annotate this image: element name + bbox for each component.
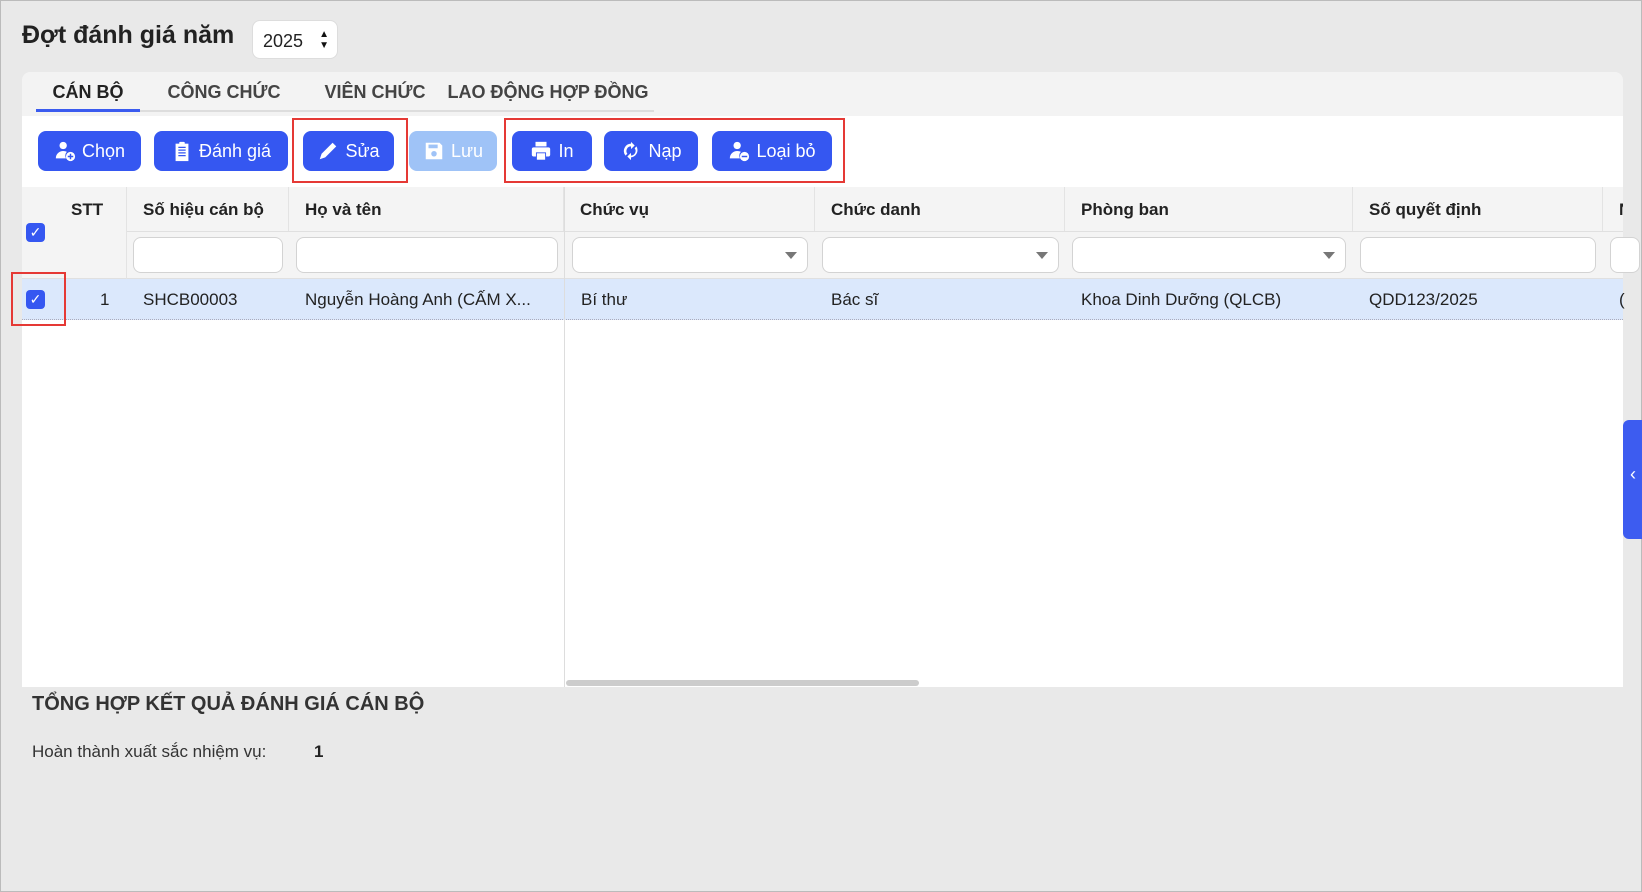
page-title: Đợt đánh giá năm	[22, 21, 235, 49]
year-value: 2025	[263, 31, 304, 51]
save-icon	[425, 142, 443, 160]
luu-button[interactable]: Lưu	[409, 131, 497, 171]
danh-gia-label: Đánh giá	[198, 140, 272, 161]
cell-stt: 1	[100, 290, 110, 309]
col-next[interactable]: N	[1603, 187, 1623, 231]
dropdown-arrow-icon	[1323, 252, 1335, 259]
filter-ho-ten[interactable]	[296, 237, 558, 273]
highlight-box-actions	[504, 118, 845, 183]
chon-button[interactable]: Chọn	[38, 131, 141, 171]
col-so-quyet-dinh[interactable]: Số quyết định	[1353, 187, 1603, 231]
highlight-box-sua	[292, 118, 408, 183]
horizontal-scrollbar[interactable]	[566, 680, 919, 686]
cell-ho-ten: Nguyễn Hoàng Anh (CẤM X...	[305, 290, 531, 309]
select-all-checkbox[interactable]: ✓	[26, 223, 45, 242]
filter-so-hieu[interactable]	[133, 237, 283, 273]
col-chuc-vu[interactable]: Chức vụ	[564, 187, 815, 231]
cell-so-hieu: SHCB00003	[143, 290, 238, 309]
dropdown-arrow-icon	[1036, 252, 1048, 259]
spinner-arrows-icon[interactable]: ▲ ▼	[319, 29, 329, 51]
tab-can-bo[interactable]: CÁN BỘ	[36, 72, 140, 112]
side-panel-toggle[interactable]: ‹	[1623, 420, 1642, 539]
tab-bar: CÁN BỘ CÔNG CHỨC VIÊN CHỨC LAO ĐỘNG HỢP …	[22, 72, 1623, 116]
col-so-hieu[interactable]: Số hiệu cán bộ	[127, 187, 289, 231]
content-panel: Chọn Đánh giá Sửa Lưu In Nạp Loại bỏ ✓ S…	[22, 116, 1640, 687]
col-chuc-danh[interactable]: Chức danh	[815, 187, 1065, 231]
summary-value: 1	[314, 742, 324, 761]
summary-label: Hoàn thành xuất sắc nhiệm vụ:	[32, 742, 267, 761]
year-spinner[interactable]: 2025 ▲ ▼	[252, 20, 338, 59]
cell-chuc-danh: Bác sĩ	[831, 290, 879, 309]
clipboard-icon	[175, 141, 189, 162]
filter-so-quyet-dinh[interactable]	[1360, 237, 1596, 273]
add-user-icon	[55, 141, 76, 162]
filter-chuc-danh[interactable]	[822, 237, 1059, 273]
tab-lao-dong-hop-dong[interactable]: LAO ĐỘNG HỢP ĐỒNG	[442, 72, 654, 112]
cell-next: (	[1619, 290, 1625, 309]
chon-label: Chọn	[81, 140, 126, 161]
col-phong-ban[interactable]: Phòng ban	[1065, 187, 1353, 231]
tab-vien-chuc[interactable]: VIÊN CHỨC	[308, 72, 442, 112]
filter-next[interactable]	[1610, 237, 1640, 273]
col-ho-ten[interactable]: Họ và tên	[289, 187, 564, 231]
header-divider	[127, 231, 1623, 232]
luu-label: Lưu	[450, 140, 484, 161]
col-stt[interactable]: STT	[51, 187, 127, 279]
highlight-box-row-checkbox	[11, 272, 66, 326]
table-header: ✓ STT Số hiệu cán bộ Họ và tên Chức vụ C…	[22, 187, 1640, 279]
danh-gia-button[interactable]: Đánh giá	[154, 131, 288, 171]
cell-so-quyet-dinh: QDD123/2025	[1369, 290, 1478, 309]
dropdown-arrow-icon	[785, 252, 797, 259]
tab-cong-chuc[interactable]: CÔNG CHỨC	[140, 72, 308, 112]
chevron-left-icon: ‹	[1630, 464, 1636, 484]
frozen-column-divider	[564, 187, 565, 687]
cell-chuc-vu: Bí thư	[581, 290, 628, 309]
cell-phong-ban: Khoa Dinh Dưỡng (QLCB)	[1081, 290, 1282, 309]
filter-chuc-vu[interactable]	[572, 237, 808, 273]
filter-phong-ban[interactable]	[1072, 237, 1346, 273]
table-row[interactable]: ✓ 1 SHCB00003 Nguyễn Hoàng Anh (CẤM X...…	[22, 279, 1625, 320]
summary-title: TỔNG HỢP KẾT QUẢ ĐÁNH GIÁ CÁN BỘ	[32, 693, 425, 715]
